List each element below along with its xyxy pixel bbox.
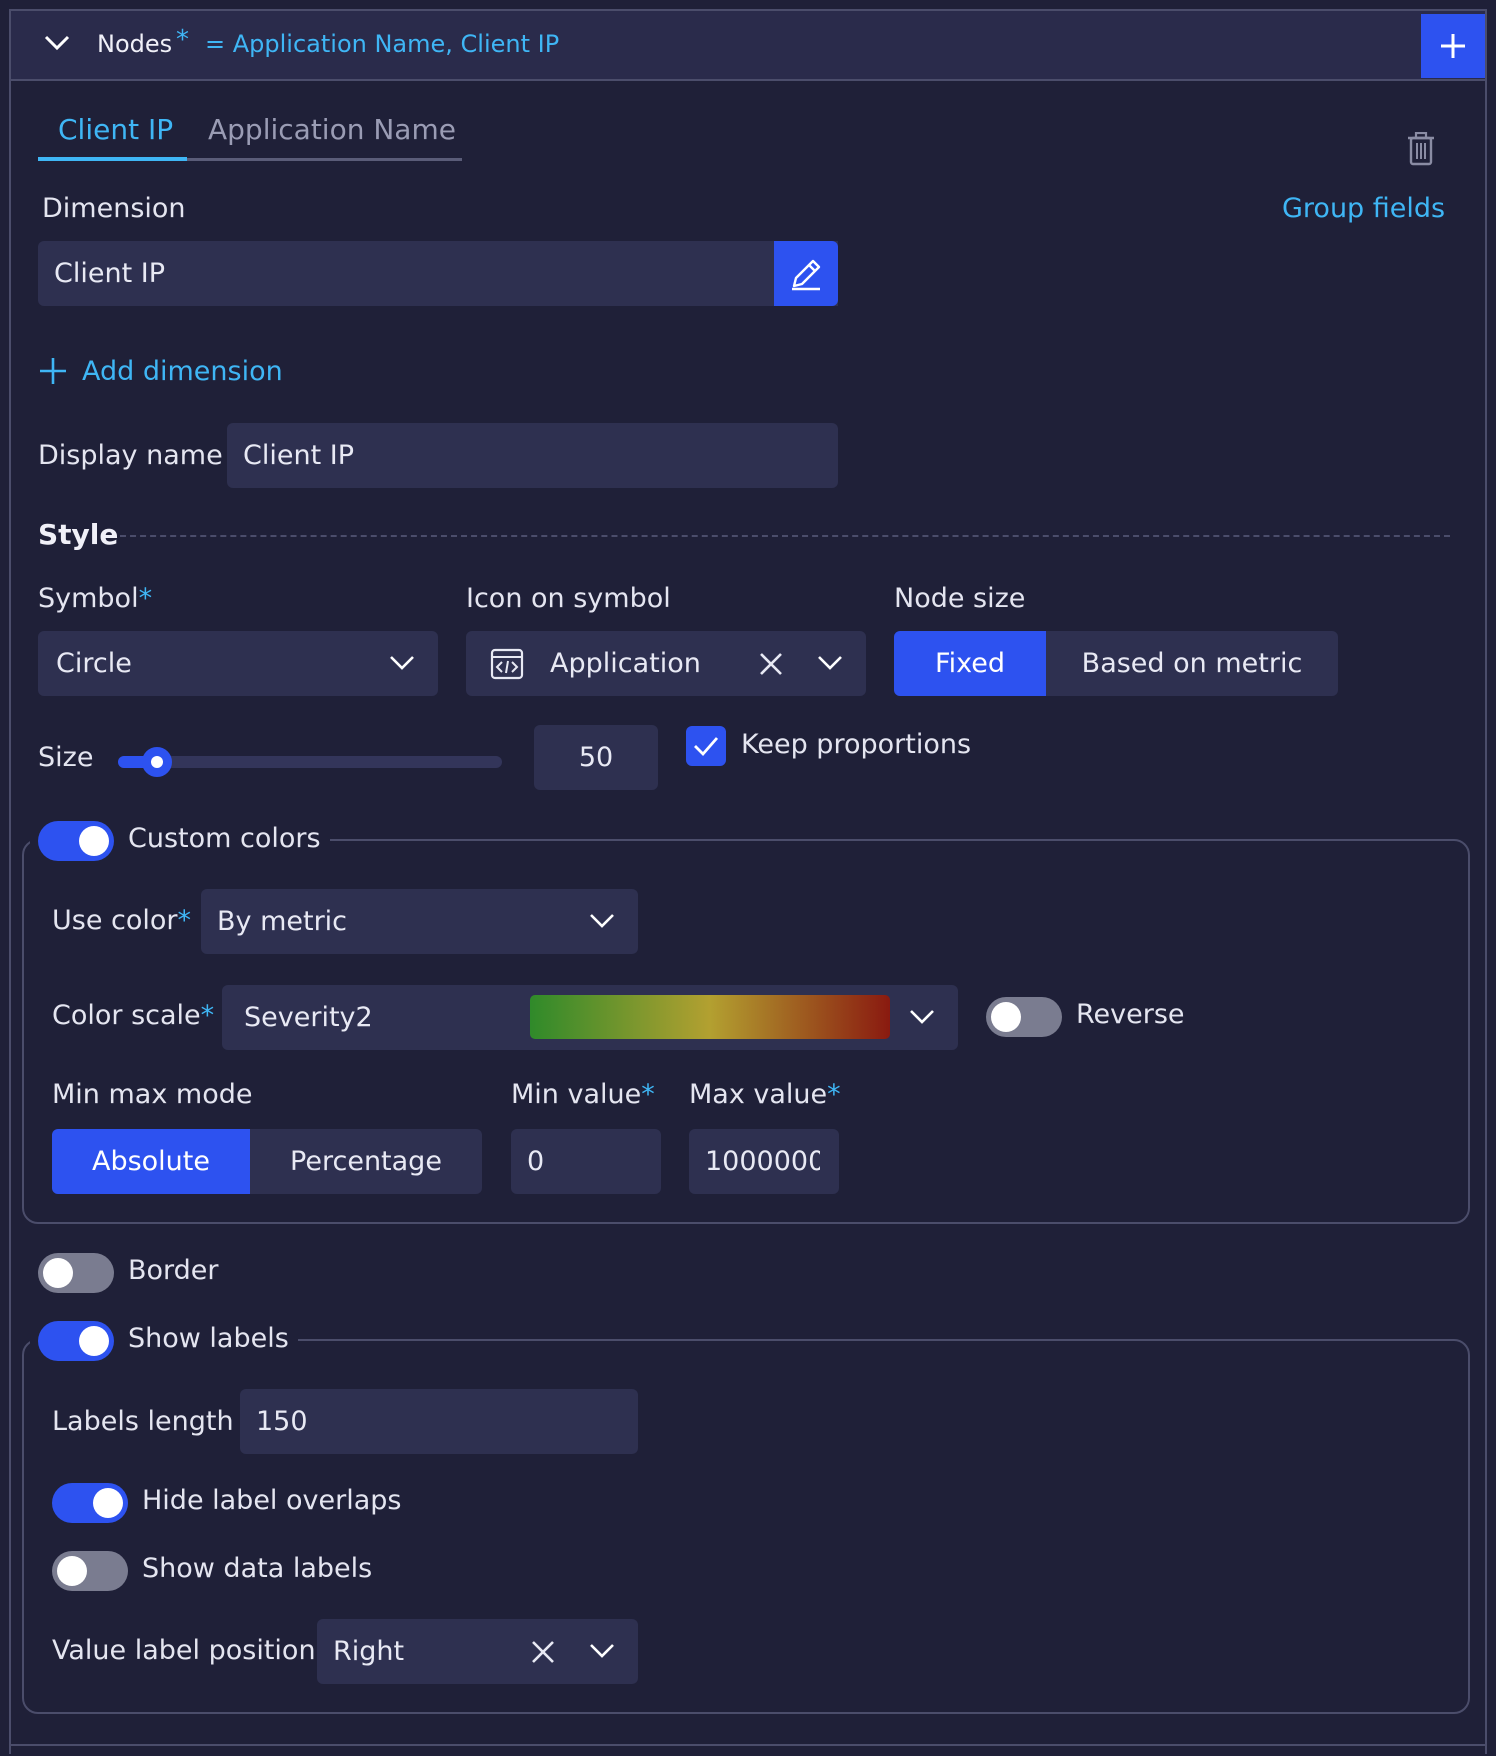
symbol-value: Circle xyxy=(56,648,132,679)
tab-client-ip[interactable]: Client IP xyxy=(58,113,173,146)
required-mark: * xyxy=(176,25,189,55)
plus-icon xyxy=(40,358,66,384)
max-value-input[interactable]: 10000000 xyxy=(689,1129,839,1194)
edit-dimension-button[interactable] xyxy=(774,241,838,306)
custom-colors-toggle[interactable] xyxy=(38,821,114,861)
size-input[interactable]: 50 xyxy=(534,725,658,790)
labels-length-input[interactable]: 150 xyxy=(240,1389,638,1454)
display-name-input[interactable]: Client IP xyxy=(227,423,838,488)
node-size-label: Node size xyxy=(894,583,1026,614)
chevron-down-icon xyxy=(910,1010,934,1024)
labels-length-label: Labels length xyxy=(52,1406,234,1437)
color-scale-select[interactable]: Severity2 xyxy=(222,985,958,1050)
min-value: 0 xyxy=(527,1146,545,1177)
icon-on-symbol-select[interactable]: Application xyxy=(466,631,866,696)
custom-colors-label: Custom colors xyxy=(128,823,321,854)
add-dimension-button[interactable]: Add dimension xyxy=(38,354,283,388)
size-value: 50 xyxy=(578,742,614,773)
show-labels-toggle[interactable] xyxy=(38,1321,114,1361)
reverse-label: Reverse xyxy=(1076,999,1185,1030)
icon-on-symbol-value: Application xyxy=(550,648,701,679)
size-slider-handle[interactable] xyxy=(142,747,172,777)
border-toggle[interactable] xyxy=(38,1253,114,1293)
show-labels-label: Show labels xyxy=(128,1323,289,1354)
color-scale-label: Color scale* xyxy=(52,1000,215,1031)
keep-proportions-label: Keep proportions xyxy=(741,729,972,760)
add-node-button[interactable] xyxy=(1421,14,1485,78)
chevron-down-icon xyxy=(590,1644,614,1658)
dimension-field[interactable]: Client IP xyxy=(38,241,838,306)
labels-length-value: 150 xyxy=(256,1406,308,1437)
style-heading: Style xyxy=(38,518,119,551)
chevron-down-icon xyxy=(818,656,842,670)
section-title: Nodes xyxy=(97,30,173,58)
color-scale-gradient-preview xyxy=(530,995,890,1039)
hide-label-overlaps-toggle[interactable] xyxy=(52,1483,128,1523)
min-value-input[interactable]: 0 xyxy=(511,1129,661,1194)
value-label-position-select[interactable]: Right xyxy=(317,1619,638,1684)
color-scale-value: Severity2 xyxy=(244,1002,373,1033)
dimension-label: Dimension xyxy=(42,193,186,224)
active-tab-indicator xyxy=(38,157,187,161)
pencil-icon xyxy=(792,259,821,290)
chevron-down-icon xyxy=(590,914,614,928)
use-color-select[interactable]: By metric xyxy=(201,889,638,954)
tab-application-name[interactable]: Application Name xyxy=(208,113,456,146)
keep-proportions-checkbox[interactable] xyxy=(686,726,726,766)
max-value: 10000000 xyxy=(705,1146,820,1177)
value-label-position-label: Value label position xyxy=(52,1635,316,1666)
use-color-label: Use color* xyxy=(52,905,192,936)
max-value-label: Max value* xyxy=(689,1079,841,1110)
icon-on-symbol-label: Icon on symbol xyxy=(466,583,671,614)
min-max-percentage-button[interactable]: Percentage xyxy=(250,1129,482,1194)
size-slider-track[interactable] xyxy=(118,756,502,768)
dimension-value: Client IP xyxy=(54,258,165,289)
node-size-based-on-metric-button[interactable]: Based on metric xyxy=(1046,631,1338,696)
plus-icon xyxy=(1441,34,1465,58)
min-max-mode-label: Min max mode xyxy=(52,1079,253,1110)
symbol-select[interactable]: Circle xyxy=(38,631,438,696)
border-label: Border xyxy=(128,1255,219,1286)
use-color-value: By metric xyxy=(217,906,348,937)
style-divider xyxy=(120,535,1450,537)
hide-label-overlaps-label: Hide label overlaps xyxy=(142,1485,402,1516)
display-name-label: Display name xyxy=(38,440,223,471)
chevron-down-icon[interactable] xyxy=(43,33,71,53)
display-name-value: Client IP xyxy=(243,440,354,471)
show-data-labels-toggle[interactable] xyxy=(52,1551,128,1591)
group-fields-link[interactable]: Group fields xyxy=(1282,193,1445,224)
panel-bottom-divider xyxy=(9,1744,1487,1746)
add-dimension-label: Add dimension xyxy=(82,355,283,387)
checkmark-icon xyxy=(694,737,719,757)
clear-icon[interactable] xyxy=(758,651,784,677)
reverse-toggle[interactable] xyxy=(986,997,1062,1037)
clear-icon[interactable] xyxy=(530,1639,556,1665)
application-window-icon xyxy=(490,648,524,679)
min-value-label: Min value* xyxy=(511,1079,655,1110)
node-size-fixed-button[interactable]: Fixed xyxy=(894,631,1046,696)
chevron-down-icon xyxy=(390,656,414,670)
show-data-labels-label: Show data labels xyxy=(142,1553,373,1584)
section-summary: = Application Name, Client IP xyxy=(205,30,560,58)
min-max-absolute-button[interactable]: Absolute xyxy=(52,1129,250,1194)
trash-icon[interactable] xyxy=(1406,132,1436,166)
nodes-section-header[interactable]: Nodes * = Application Name, Client IP xyxy=(11,11,1485,81)
value-label-position-value: Right xyxy=(333,1636,405,1667)
symbol-label: Symbol* xyxy=(38,583,153,614)
size-label: Size xyxy=(38,742,94,773)
